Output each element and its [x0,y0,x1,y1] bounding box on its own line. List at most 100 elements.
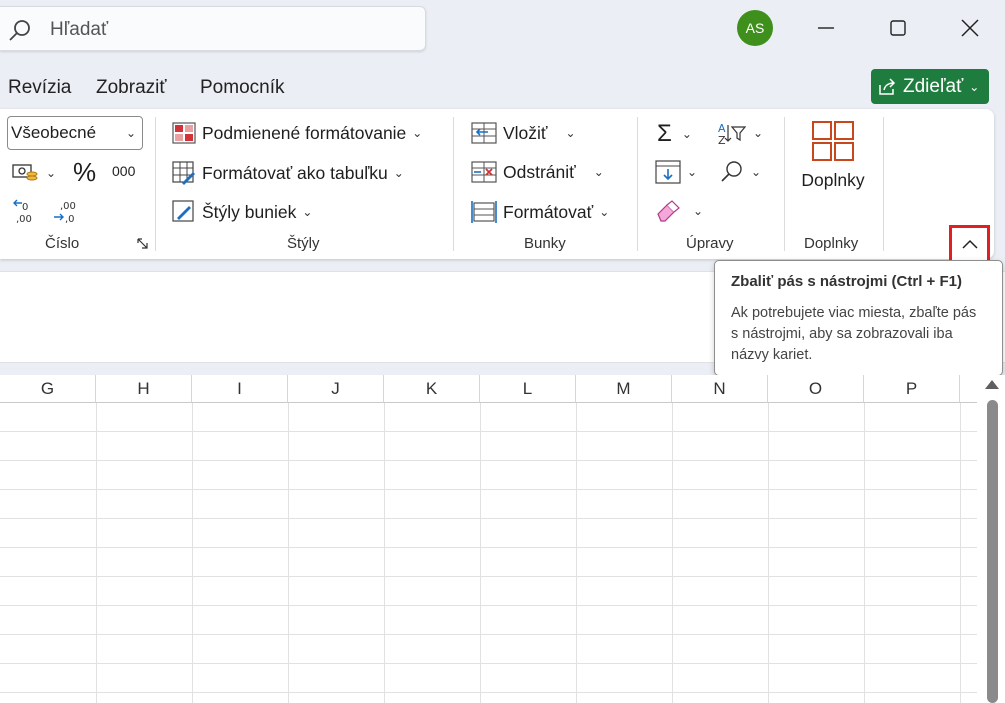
avatar[interactable]: AS [737,10,773,46]
tab-help[interactable]: Pomocník [200,77,284,99]
chevron-down-icon: ⌄ [125,126,136,140]
number-format-select[interactable]: Všeobecné ⌄ [7,116,143,150]
cell-styles-button[interactable]: Štýly buniek ⌄ [172,200,312,224]
chevron-down-icon: ⌄ [599,205,610,219]
autosum-button[interactable]: Σ ⌄ [657,120,692,148]
grid-line [96,403,97,703]
insert-cells-button[interactable]: Vložiť ⌄ [471,122,576,144]
grid-line [192,403,193,703]
tooltip-body: Ak potrebujete viac miesta, zbaľte pás s… [731,305,977,363]
comma-style-button[interactable]: 000 [112,163,135,179]
eraser-icon [657,200,680,222]
format-as-table-label: Formátovať ako tabuľku [202,162,388,183]
delete-cells-icon [471,161,497,183]
share-chevron-icon: ⌄ [969,79,980,94]
grid-line [768,403,769,703]
tab-review[interactable]: Revízia [8,77,71,99]
maximize-icon [890,20,906,36]
sigma-icon: Σ [657,120,672,147]
column-header-n[interactable]: N [672,375,768,403]
close-button[interactable] [950,8,990,48]
insert-cells-icon [471,122,497,144]
chevron-down-icon: ⌄ [693,204,704,218]
column-header-g[interactable]: G [0,375,96,403]
group-label-styles: Štýly [287,235,320,252]
sort-filter-icon: A Z [718,122,747,145]
conditional-formatting-icon [172,122,196,144]
close-icon [961,19,979,37]
grid-line [384,403,385,703]
accounting-icon [12,164,38,181]
share-label: Zdieľať [903,75,964,97]
cell-styles-label: Štýly buniek [202,201,297,222]
column-header-m[interactable]: M [576,375,672,403]
search-placeholder: Hľadať [50,19,109,40]
column-header-i[interactable]: I [192,375,288,403]
find-select-button[interactable]: ⌄ [719,160,761,184]
chevron-down-icon: ⌄ [302,205,313,219]
tab-view[interactable]: Zobraziť [96,77,166,99]
percent-style-button[interactable]: % [73,157,96,188]
thousands-icon: 000 [112,163,136,179]
chevron-down-icon: ⌄ [593,165,604,179]
svg-text:,0: ,0 [65,214,75,224]
format-cells-button[interactable]: Formátovať ⌄ [471,200,609,224]
share-button[interactable]: Zdieľať ⌄ [871,69,989,104]
maximize-button[interactable] [878,8,918,48]
fill-button[interactable]: ⌄ [655,160,697,184]
tooltip-title: Zbaliť pás s nástrojmi (Ctrl + F1) [731,273,962,290]
chevron-down-icon: ⌄ [393,166,404,180]
sort-filter-button[interactable]: A Z ⌄ [717,121,763,145]
conditional-formatting-label: Podmienené formátovanie [202,122,407,143]
search-box[interactable]: Hľadať [0,6,426,51]
group-label-addins: Doplnky [804,235,859,252]
addins-button[interactable]: Doplnky [796,120,870,200]
svg-text:Z: Z [718,134,726,145]
decrease-decimal-button[interactable]: ,00 ,0 [52,198,78,224]
number-format-value: Všeobecné [11,123,97,142]
share-icon [879,77,896,95]
minimize-button[interactable] [806,8,846,48]
accounting-format-button[interactable]: ⌄ [12,161,56,185]
search-icon [721,161,742,182]
cell-styles-icon [172,200,194,222]
chevron-down-icon: ⌄ [753,126,764,140]
column-header-h[interactable]: H [96,375,192,403]
chevron-down-icon: ⌄ [751,165,762,179]
conditional-formatting-button[interactable]: Podmienené formátovanie ⌄ [172,122,422,144]
delete-cells-button[interactable]: Odstrániť ⌄ [471,161,604,183]
svg-text:,00: ,00 [60,201,76,212]
column-header-l[interactable]: L [480,375,576,403]
insert-cells-label: Vložiť [503,122,548,143]
grid-line [672,403,673,703]
svg-text:0: 0 [22,202,28,213]
format-cells-label: Formátovať [503,201,594,222]
percent-icon: % [73,157,97,187]
column-header-o[interactable]: O [768,375,864,403]
column-headers: G H I J K L M N O P [0,375,977,403]
svg-text:,00: ,00 [16,214,32,224]
column-header-j[interactable]: J [288,375,384,403]
decrease-decimal-icon: ,00 ,0 [54,201,76,224]
collapse-ribbon-button[interactable] [949,225,990,263]
group-label-number: Číslo [45,235,80,252]
cell-grid[interactable] [0,403,977,703]
column-header-p[interactable]: P [864,375,960,403]
chevron-down-icon: ⌄ [687,165,698,179]
minimize-icon [818,27,834,29]
grid-line [960,403,961,703]
chevron-up-icon [961,239,978,249]
fill-down-icon [655,160,681,184]
scrollbar-thumb[interactable] [987,400,998,703]
divider [453,117,454,251]
clear-button[interactable]: ⌄ [655,200,703,222]
column-header-k[interactable]: K [384,375,480,403]
delete-cells-label: Odstrániť [503,161,576,182]
divider [637,117,638,251]
scroll-up-icon[interactable] [985,380,999,389]
divider [784,117,785,251]
increase-decimal-button[interactable]: 0 ,00 [12,198,38,224]
format-as-table-button[interactable]: Formátovať ako tabuľku ⌄ [172,161,404,185]
group-label-editing: Úpravy [686,235,734,252]
dialog-launcher-icon[interactable] [137,238,149,250]
